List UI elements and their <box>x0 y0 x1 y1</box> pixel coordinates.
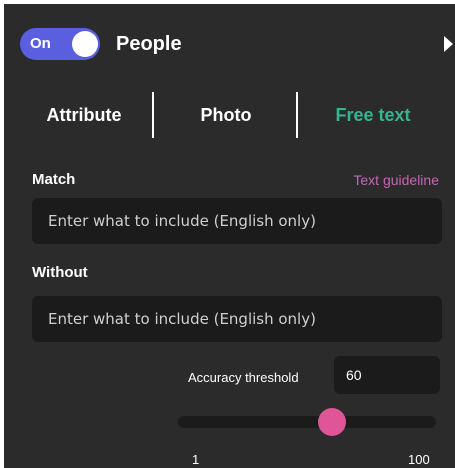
accuracy-threshold-input[interactable]: 60 <box>334 356 440 394</box>
tab-bar: Attribute Photo Free text <box>4 92 455 138</box>
match-label: Match <box>32 171 76 188</box>
accuracy-threshold-label: Accuracy threshold <box>188 370 299 385</box>
triangle-right-icon[interactable] <box>444 36 453 52</box>
people-filter-panel: On People Attribute Photo Free text Matc… <box>4 4 455 468</box>
text-guideline-link[interactable]: Text guideline <box>353 172 439 188</box>
tab-attribute[interactable]: Attribute <box>12 92 156 138</box>
panel-header: On People <box>4 4 455 84</box>
tab-free-text[interactable]: Free text <box>298 92 448 138</box>
slider-max-label: 100 <box>408 452 430 467</box>
accuracy-slider-track[interactable] <box>178 408 436 436</box>
toggle-knob <box>72 31 98 57</box>
accuracy-slider-thumb[interactable] <box>317 408 346 436</box>
without-input[interactable] <box>32 296 442 342</box>
panel-title: People <box>116 33 182 55</box>
toggle-label: On <box>30 35 51 52</box>
without-label: Without <box>32 264 88 281</box>
tab-photo[interactable]: Photo <box>154 92 298 138</box>
slider-min-label: 1 <box>192 452 200 467</box>
match-input[interactable] <box>32 198 442 244</box>
on-off-toggle[interactable]: On <box>20 28 100 60</box>
